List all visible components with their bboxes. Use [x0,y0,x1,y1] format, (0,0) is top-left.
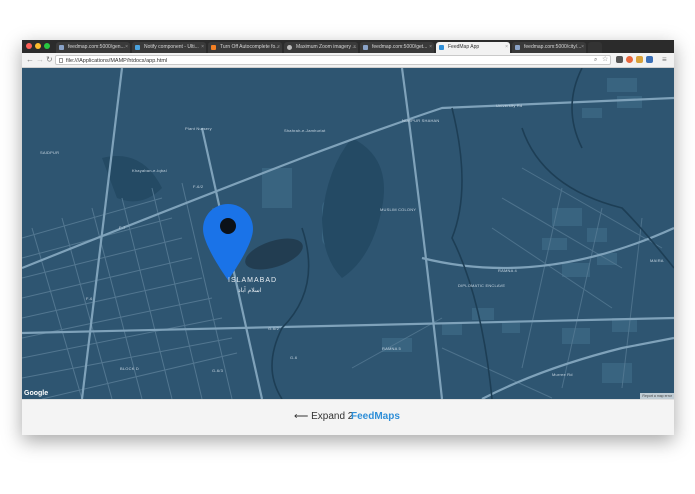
feedmap-icon [439,45,444,50]
tab-label: FeedMap App [448,44,480,50]
tab-maximum-zoom[interactable]: Maximum Zoom imagery ... × [284,42,358,53]
map-label-plant-nursery: Plant Nursery [185,126,212,131]
tab-close-icon[interactable]: × [125,42,128,53]
extension-icon[interactable] [616,56,623,63]
github-icon [287,45,292,50]
brand-logo[interactable]: FeedMaps [351,411,400,422]
map-label-murree-rd: Murree Rd [552,372,573,377]
tab-feedmap-app[interactable]: FeedMap App × [436,42,510,53]
tab-label: Notify component - Ulti... [144,44,199,50]
map-label-city-urdu: اسلام آباد [238,288,262,294]
map-label-muslim-colony: MUSLIM COLONY [380,207,417,212]
map-label-khayaban-e-iqbal: Khayaban-e-Iqbal [132,168,167,173]
map-label-g6: G-6 [290,355,298,360]
map-label-diplomatic-enclave: DIPLOMATIC ENCLAVE [458,283,506,288]
tab-close-icon[interactable]: × [581,42,584,53]
map-label-g6-3: G-6/3 [212,368,224,373]
url-input[interactable]: file:///Applications/MAMP/htdocs/app.htm… [55,55,611,65]
new-tab-button[interactable] [588,42,602,53]
footer-bar: ⟵ Expand 2 FeedMaps [22,399,674,435]
address-bar-row: ← → ↻ file:///Applications/MAMP/htdocs/a… [22,53,674,68]
map-label-block-d: BLOCK D [120,366,139,371]
map-label-f6-2: F-6/2 [193,184,204,189]
reload-button[interactable]: ↻ [46,55,53,65]
tab-notify-component[interactable]: Notify component - Ulti... × [132,42,206,53]
extension-icon[interactable] [646,56,653,63]
tab-label: feedmap.com:5000/get... [372,44,428,50]
back-button[interactable]: ← [26,55,34,65]
tab-label: feedmap.com:5000/city/... [524,44,582,50]
close-window-button[interactable] [26,43,32,49]
map-label-university-rd: University Rd [496,103,523,108]
browser-window: feedmap.com:5000/gen... × Notify compone… [22,40,674,435]
tab-label: Maximum Zoom imagery ... [296,44,357,50]
expand-button[interactable]: ⟵ Expand 2 [294,411,353,422]
map-canvas[interactable] [22,68,674,399]
tab-close-icon[interactable]: × [353,42,356,53]
page-icon [363,45,368,50]
tab-label: feedmap.com:5000/gen... [68,44,125,50]
menu-icon[interactable]: ≡ [662,55,667,65]
tab-bar: feedmap.com:5000/gen... × Notify compone… [22,40,674,53]
document-icon [59,58,63,63]
tab-close-icon[interactable]: × [505,42,508,53]
extension-icon[interactable] [636,56,643,63]
stackoverflow-icon [211,45,216,50]
tab-turn-off-autocomplete[interactable]: Turn Off Autocomplete fo... × [208,42,282,53]
extension-icon[interactable] [626,56,633,63]
map-label-city: ISLAMABAD [228,277,278,284]
page-icon [515,45,520,50]
page-icon [135,45,140,50]
google-logo: Google [24,390,49,397]
zoom-window-button[interactable] [44,43,50,49]
tab-close-icon[interactable]: × [277,42,280,53]
map-label-g6-2: G-6/2 [268,326,280,331]
tab-feedmap-gen[interactable]: feedmap.com:5000/gen... × [56,42,130,53]
page-icon [59,45,64,50]
tab-close-icon[interactable]: × [201,42,204,53]
zoom-icon[interactable]: ⌕ [594,55,597,65]
forward-button[interactable]: → [36,55,44,65]
map-label-nurpur-shahan: NURPUR SHAHAN [402,118,440,123]
map-label-ramna-4: RAMNA 4 [498,268,517,273]
bookmark-star-icon[interactable]: ☆ [602,55,608,65]
tab-feedmap-city[interactable]: feedmap.com:5000/city/... × [512,42,586,53]
map-label-f6: F-6 [86,296,93,301]
tab-label: Turn Off Autocomplete fo... [220,44,280,50]
map-label-shahrah-e-jamhuriat: Shahrah-e-Jamhuriat [284,128,326,133]
tab-close-icon[interactable]: × [429,42,432,53]
minimize-window-button[interactable] [35,43,41,49]
map-label-f7: F-7 [119,225,126,230]
map-label-saidpur: SAIDPUR [40,150,60,155]
url-text: file:///Applications/MAMP/htdocs/app.htm… [66,58,168,64]
map-label-ramna-5: RAMNA 5 [382,346,401,351]
location-pin-icon[interactable] [203,204,253,280]
map-view[interactable]: SAIDPUR F-7 F-6/2 F-6 NURPUR SHAHAN MUSL… [22,68,674,399]
map-label-maira: MAIRA [650,258,664,263]
tab-feedmap-get[interactable]: feedmap.com:5000/get... × [360,42,434,53]
